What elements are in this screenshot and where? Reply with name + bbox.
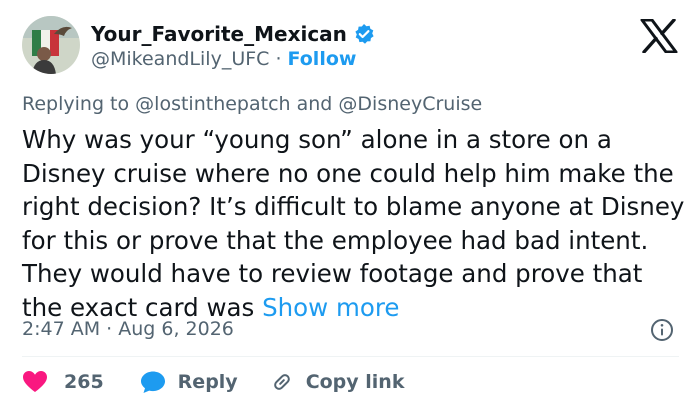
follow-button[interactable]: Follow — [288, 48, 357, 70]
replying-joiner: and — [296, 93, 333, 115]
tweet-actions: 265 Reply Copy link — [22, 370, 404, 394]
reply-button[interactable]: Reply — [140, 370, 238, 394]
tweet-card: Your_Favorite_Mexican @MikeandLily_UFC ·… — [0, 0, 700, 410]
reply-user-2[interactable]: @DisneyCruise — [338, 93, 482, 115]
author-handle[interactable]: @MikeandLily_UFC — [91, 48, 269, 70]
avatar[interactable] — [22, 16, 80, 74]
heart-icon — [22, 370, 48, 394]
reply-bubble-icon — [140, 370, 166, 394]
replying-to-line: Replying to @lostinthepatch and @DisneyC… — [22, 93, 482, 115]
author-handle-row: @MikeandLily_UFC · Follow — [91, 48, 356, 70]
link-icon — [270, 370, 294, 394]
verified-badge-icon — [353, 23, 375, 45]
x-logo-icon[interactable] — [640, 18, 678, 54]
copy-link-button[interactable]: Copy link — [270, 370, 405, 394]
like-count: 265 — [64, 371, 104, 393]
handle-separator: · — [269, 48, 288, 70]
author-name-row: Your_Favorite_Mexican — [91, 22, 375, 46]
author-display-name[interactable]: Your_Favorite_Mexican — [91, 22, 347, 46]
copy-link-label: Copy link — [305, 371, 405, 393]
info-icon[interactable] — [650, 318, 674, 342]
replying-prefix: Replying to — [22, 93, 130, 115]
tweet-timestamp[interactable]: 2:47 AM · Aug 6, 2026 — [22, 318, 234, 340]
tweet-body: Why was your “young son” alone in a stor… — [22, 123, 687, 324]
divider — [22, 356, 679, 357]
like-button[interactable]: 265 — [22, 370, 104, 394]
reply-user-1[interactable]: @lostinthepatch — [135, 93, 290, 115]
show-more-link[interactable]: Show more — [262, 293, 399, 322]
reply-label: Reply — [177, 371, 238, 393]
